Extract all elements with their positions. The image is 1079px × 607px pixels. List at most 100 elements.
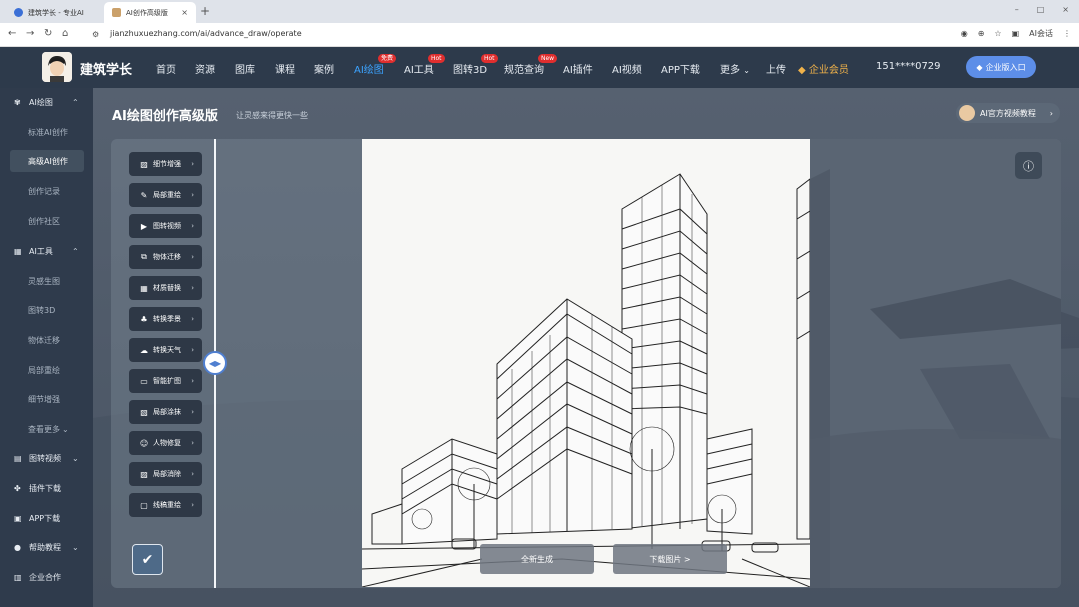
video-icon: ▶	[140, 221, 148, 231]
user-phone[interactable]: 151****0729	[876, 61, 941, 72]
menu-home[interactable]: 首页	[156, 61, 176, 76]
home-icon[interactable]: ⌂	[62, 28, 68, 39]
sidebar-item[interactable]: 创作社区	[10, 210, 84, 232]
menu-cases[interactable]: 案例	[314, 61, 334, 76]
menu-ai-drawing[interactable]: AI绘图 免费	[354, 54, 397, 76]
sidebar-group-ai-tools[interactable]: ▦ AI工具 ⌃	[0, 240, 93, 262]
maximize-icon[interactable]: □	[1037, 5, 1045, 14]
menu-gallery[interactable]: 图库	[235, 61, 255, 76]
move-icon: ⧉	[141, 252, 147, 261]
menu-ai-tools[interactable]: AI工具 Hot	[404, 54, 445, 76]
site-info-icon[interactable]: ⚙	[92, 30, 99, 39]
location-icon[interactable]: ◉	[961, 29, 968, 38]
menu-resources[interactable]: 资源	[195, 61, 215, 76]
chevron-right-icon: ›	[191, 346, 194, 354]
sidebar-item[interactable]: 创作记录	[10, 180, 84, 202]
sidebar-item-more[interactable]: 查看更多 ⌄	[10, 418, 84, 440]
reload-icon[interactable]: ↻	[44, 28, 52, 39]
menu-label: AI绘图	[354, 65, 384, 76]
tool-weather-change[interactable]: ☁ 转换天气 ›	[129, 338, 202, 362]
sidebar-group-plugin[interactable]: ✤ 插件下载	[0, 477, 93, 499]
menu-app-download[interactable]: APP下载	[661, 61, 700, 76]
browser-tab-active[interactable]: AI创作高级版 ×	[104, 2, 196, 23]
profile-button[interactable]: AI会话	[1029, 28, 1053, 39]
chevron-right-icon: ›	[1049, 108, 1053, 118]
menu-code-query[interactable]: 规范查询 New	[504, 54, 558, 76]
checkmark-icon: ✔	[141, 551, 154, 568]
tool-material-replace[interactable]: ▦ 材质替换 ›	[129, 276, 202, 300]
chevron-right-icon: ›	[191, 501, 194, 509]
chevron-right-icon: ›	[191, 439, 194, 447]
logo-avatar[interactable]	[42, 52, 72, 82]
zoom-icon[interactable]: ⊕	[978, 29, 985, 38]
sidebar-item[interactable]: 细节增强	[10, 388, 84, 410]
site-favicon-icon	[14, 8, 23, 17]
tool-label: 局部重绘	[153, 191, 181, 199]
chevron-right-icon: ›	[191, 160, 194, 168]
sidebar-group-video[interactable]: ▤ 图转视频 ⌄	[0, 447, 93, 469]
download-image-button[interactable]: 下载图片 >	[613, 544, 727, 574]
enterprise-entry-button[interactable]: ◆ 企业版入口	[966, 56, 1036, 78]
tool-person-repair[interactable]: ☺ 人物修复 ›	[129, 431, 202, 455]
sidebar-item[interactable]: 物体迁移	[10, 329, 84, 351]
sidebar-group-label: 帮助教程	[29, 542, 61, 552]
menu-courses[interactable]: 课程	[275, 61, 295, 76]
sidebar-group-enterprise[interactable]: ▥ 企业合作	[0, 566, 93, 588]
tool-label: 细节增强	[153, 160, 181, 168]
sidebar-item[interactable]: 标准AI创作	[10, 121, 84, 143]
sidebar-group-help[interactable]: ● 帮助教程 ⌄	[0, 536, 93, 558]
url-field[interactable]: jianzhuxuezhang.com/ai/advance_draw/oper…	[110, 29, 302, 38]
new-tab-icon[interactable]: +	[200, 4, 210, 18]
chevron-right-icon: ›	[191, 377, 194, 385]
menu-label: AI工具	[404, 65, 434, 76]
tool-object-move[interactable]: ⧉ 物体迁移 ›	[129, 245, 202, 269]
tool-local-remove[interactable]: ▨ 局部消除 ›	[129, 462, 202, 486]
tool-detail-enhance[interactable]: ▨ 细节增强 ›	[129, 152, 202, 176]
close-tab-icon[interactable]: ×	[181, 8, 188, 17]
forward-icon[interactable]: →	[26, 28, 34, 39]
regenerate-button[interactable]: 全新生成	[480, 544, 594, 574]
image-thumbnail[interactable]: ✔	[132, 544, 163, 575]
bookmark-star-icon[interactable]: ☆	[994, 29, 1001, 38]
sidebar-group-app[interactable]: ▣ APP下载	[0, 507, 93, 529]
tool-smart-expand[interactable]: ▭ 智能扩图 ›	[129, 369, 202, 393]
menu-dots-icon[interactable]: ⋮	[1063, 29, 1071, 38]
tool-image-to-video[interactable]: ▶ 图转视频 ›	[129, 214, 202, 238]
close-window-icon[interactable]: ×	[1062, 5, 1069, 14]
menu-label: 图转3D	[453, 65, 488, 76]
site-name[interactable]: 建筑学长	[80, 59, 132, 78]
material-icon: ▦	[140, 283, 148, 293]
tool-season-change[interactable]: ♣ 转换季景 ›	[129, 307, 202, 331]
chevron-right-icon: ›	[191, 284, 194, 292]
tool-lineart-redraw[interactable]: ▢ 线稿重绘 ›	[129, 493, 202, 517]
sidebar-group-ai-drawing[interactable]: ✾ AI绘图 ⌃	[0, 91, 93, 113]
tool-label: 物体迁移	[153, 253, 181, 261]
tool-local-redraw[interactable]: ✎ 局部重绘 ›	[129, 183, 202, 207]
tool-local-smear[interactable]: ▧ 局部涂抹 ›	[129, 400, 202, 424]
sidebar-item[interactable]: 局部重绘	[10, 359, 84, 381]
menu-upload[interactable]: 上传	[766, 61, 786, 76]
back-icon[interactable]: ←	[8, 28, 16, 39]
browser-tab[interactable]: 建筑学长 - 专业AI	[6, 2, 102, 23]
info-icon[interactable]: ⓘ	[1015, 152, 1042, 179]
menu-ai-video[interactable]: AI视频	[612, 61, 642, 76]
sidebar-item-label: 查看更多	[28, 424, 60, 434]
menu-ai-plugin[interactable]: AI插件	[563, 61, 593, 76]
video-tutorial-button[interactable]: AI官方视频教程 ›	[956, 103, 1060, 123]
puzzle-icon: ✤	[14, 483, 21, 493]
result-image-canvas[interactable]	[362, 139, 810, 587]
tool-label: 材质替换	[153, 284, 181, 292]
menu-image-to-3d[interactable]: 图转3D Hot	[453, 54, 498, 76]
sidebar-item[interactable]: 灵感生图	[10, 270, 84, 292]
toolbox-icon: ▦	[14, 246, 22, 256]
menu-more[interactable]: 更多 ⌄	[720, 61, 750, 76]
sidebar-item-active[interactable]: 高级AI创作	[10, 150, 84, 172]
minimize-icon[interactable]: –	[1015, 5, 1019, 14]
extension-icon[interactable]: ▣	[1012, 29, 1020, 38]
sidebar-item[interactable]: 图转3D	[10, 299, 84, 321]
tab-title: 建筑学长 - 专业AI	[28, 8, 84, 17]
menu-member[interactable]: ◆ 企业会员	[798, 61, 849, 76]
brush-icon: ✎	[140, 190, 148, 200]
compare-slider-handle[interactable]: ◀▶	[203, 351, 227, 375]
page-title: AI绘图创作高级版	[112, 109, 218, 124]
